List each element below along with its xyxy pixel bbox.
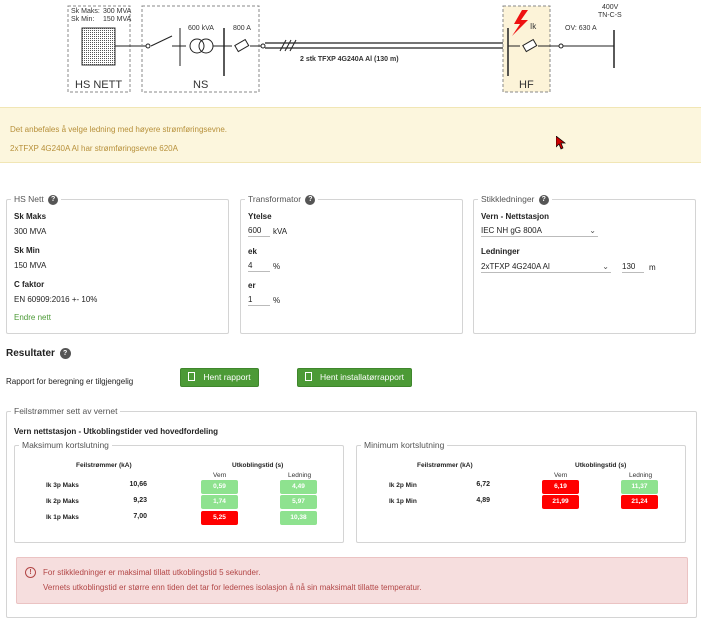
min-col-current: Feilstrømmer (kA) — [417, 462, 473, 469]
vern-time-badge: 21,99 — [542, 495, 579, 509]
table-row-label: Ik 2p Maks — [46, 498, 79, 505]
hs-sk-maks-value: 300 MVA — [103, 8, 132, 15]
table-row-label: Ik 3p Maks — [46, 482, 79, 489]
fault-subtitle: Vern nettstasjon - Utkoblingstider ved h… — [14, 427, 219, 436]
vern-select[interactable]: IEC NH gG 800A ⌄ — [481, 225, 598, 237]
min-kortslutning-legend: Minimum kortslutning — [364, 440, 445, 450]
ledning-length-unit: m — [649, 263, 656, 272]
ledning-length-input[interactable] — [622, 261, 644, 273]
ledning-time-badge: 4,49 — [280, 480, 317, 494]
transformator-legend: Transformator ? — [245, 194, 318, 205]
vern-time-badge: 6,19 — [542, 480, 579, 494]
help-icon[interactable]: ? — [48, 194, 59, 205]
error-line-1: For stikkledninger er maksimal tillatt u… — [43, 568, 261, 577]
feilstrommer-legend: Feilstrømmer sett av vernet — [14, 406, 118, 416]
voltage-label: 400V — [602, 4, 619, 11]
vern-select-value: IEC NH gG 800A — [481, 226, 542, 235]
banner-line-2: 2xTFXP 4G240A Al har strømføringsevne 62… — [10, 144, 178, 153]
max-col-ledning: Ledning — [288, 472, 312, 479]
fuse-rating-label: 800 A — [233, 25, 251, 32]
hs-sk-min-value: 150 MVA — [103, 16, 132, 23]
cable-label: 2 stk TFXP 4G240A Al (130 m) — [300, 56, 399, 63]
results-text: Rapport for beregning er tilgjengelig — [6, 377, 134, 386]
ledning-time-badge: 21,24 — [621, 495, 658, 509]
max-col-current: Feilstrømmer (kA) — [76, 462, 132, 469]
alert-icon: ! — [25, 567, 36, 578]
max-col-vern: Vern — [213, 472, 227, 479]
pdf-icon — [304, 372, 312, 381]
hs-nett-legend: HS Nett ? — [11, 194, 61, 205]
table-row-value: 9,23 — [133, 497, 147, 504]
chevron-down-icon: ⌄ — [589, 226, 596, 235]
table-row-value: 7,00 — [133, 513, 147, 520]
hs-nett-label: HS NETT — [75, 79, 123, 91]
ledning-time-badge: 5,97 — [280, 495, 317, 509]
table-row-label: Ik 1p Maks — [46, 514, 79, 521]
error-alert: ! For stikkledninger er maksimal tillatt… — [16, 557, 688, 604]
results-title: Resultater ? — [6, 348, 71, 359]
ledning-select-value: 2xTFXP 4G240A Al — [481, 262, 550, 271]
stikkledninger-legend: Stikkledninger ? — [478, 194, 552, 205]
ek-unit: % — [273, 262, 281, 271]
sk-min-value: 150 MVA — [14, 261, 47, 270]
ytelse-title: Ytelse — [248, 212, 272, 221]
table-row-value: 4,89 — [476, 497, 490, 504]
er-title: er — [248, 281, 256, 290]
ov-label: OV: 630 A — [565, 25, 597, 32]
table-row-value: 6,72 — [476, 481, 490, 488]
hs-sk-maks-label: Sk Maks: — [71, 8, 100, 15]
ledning-select[interactable]: 2xTFXP 4G240A Al ⌄ — [481, 261, 611, 273]
chevron-down-icon: ⌄ — [602, 262, 609, 271]
vern-time-badge: 0,59 — [201, 480, 238, 494]
help-icon[interactable]: ? — [59, 348, 71, 359]
vern-time-badge: 1,74 — [201, 495, 238, 509]
ledning-time-badge: 11,37 — [621, 480, 658, 494]
c-faktor-value: EN 60909:2016 +- 10% — [14, 295, 98, 304]
er-unit: % — [273, 296, 281, 305]
table-row-label: Ik 2p Min — [389, 482, 417, 489]
hf-label: HF — [519, 79, 534, 91]
sk-maks-title: Sk Maks — [14, 212, 47, 221]
transformer-kva-label: 600 kVA — [188, 25, 214, 32]
mouse-cursor-icon — [556, 136, 566, 150]
sk-min-title: Sk Min — [14, 246, 40, 255]
recommendation-banner: Det anbefales å velge ledning med høyere… — [0, 107, 701, 163]
table-row-value: 10,66 — [129, 481, 147, 488]
grid-source-symbol — [81, 27, 116, 66]
min-col-ledning: Ledning — [629, 472, 653, 479]
ns-label: NS — [193, 79, 209, 91]
ledning-time-badge: 10,38 — [280, 511, 317, 525]
hent-installatorrapport-button[interactable]: Hent installatørrapport — [297, 368, 412, 387]
min-col-time: Utkoblingstid (s) — [575, 462, 627, 469]
ek-title: ek — [248, 247, 257, 256]
error-line-2: Vernets utkoblingstid er større enn tide… — [43, 583, 422, 592]
banner-line-1: Det anbefales å velge ledning med høyere… — [10, 125, 227, 134]
help-icon[interactable]: ? — [538, 194, 549, 205]
maks-kortslutning-legend: Maksimum kortslutning — [22, 440, 109, 450]
network-type-label: TN-C-S — [598, 12, 622, 19]
single-line-diagram: Sk Maks: 300 MVA Sk Min: 150 MVA HS NETT… — [0, 0, 701, 100]
hent-rapport-button[interactable]: Hent rapport — [180, 368, 259, 387]
table-row-label: Ik 1p Min — [389, 498, 417, 505]
ek-input[interactable] — [248, 260, 270, 272]
er-input[interactable] — [248, 294, 270, 306]
sk-maks-value: 300 MVA — [14, 227, 47, 236]
ik-label: Ik — [530, 22, 537, 31]
max-col-time: Utkoblingstid (s) — [232, 462, 284, 469]
min-col-vern: Vern — [554, 472, 568, 479]
endre-nett-link[interactable]: Endre nett — [14, 313, 51, 322]
ledninger-title: Ledninger — [481, 247, 520, 256]
vern-nettstasjon-title: Vern - Nettstasjon — [481, 212, 550, 221]
help-icon[interactable]: ? — [305, 194, 316, 205]
hs-sk-min-label: Sk Min: — [71, 16, 95, 23]
pdf-icon — [188, 372, 196, 381]
vern-time-badge: 5,25 — [201, 511, 238, 525]
ytelse-input[interactable] — [248, 225, 270, 237]
ytelse-unit: kVA — [273, 227, 288, 236]
c-faktor-title: C faktor — [14, 280, 45, 289]
